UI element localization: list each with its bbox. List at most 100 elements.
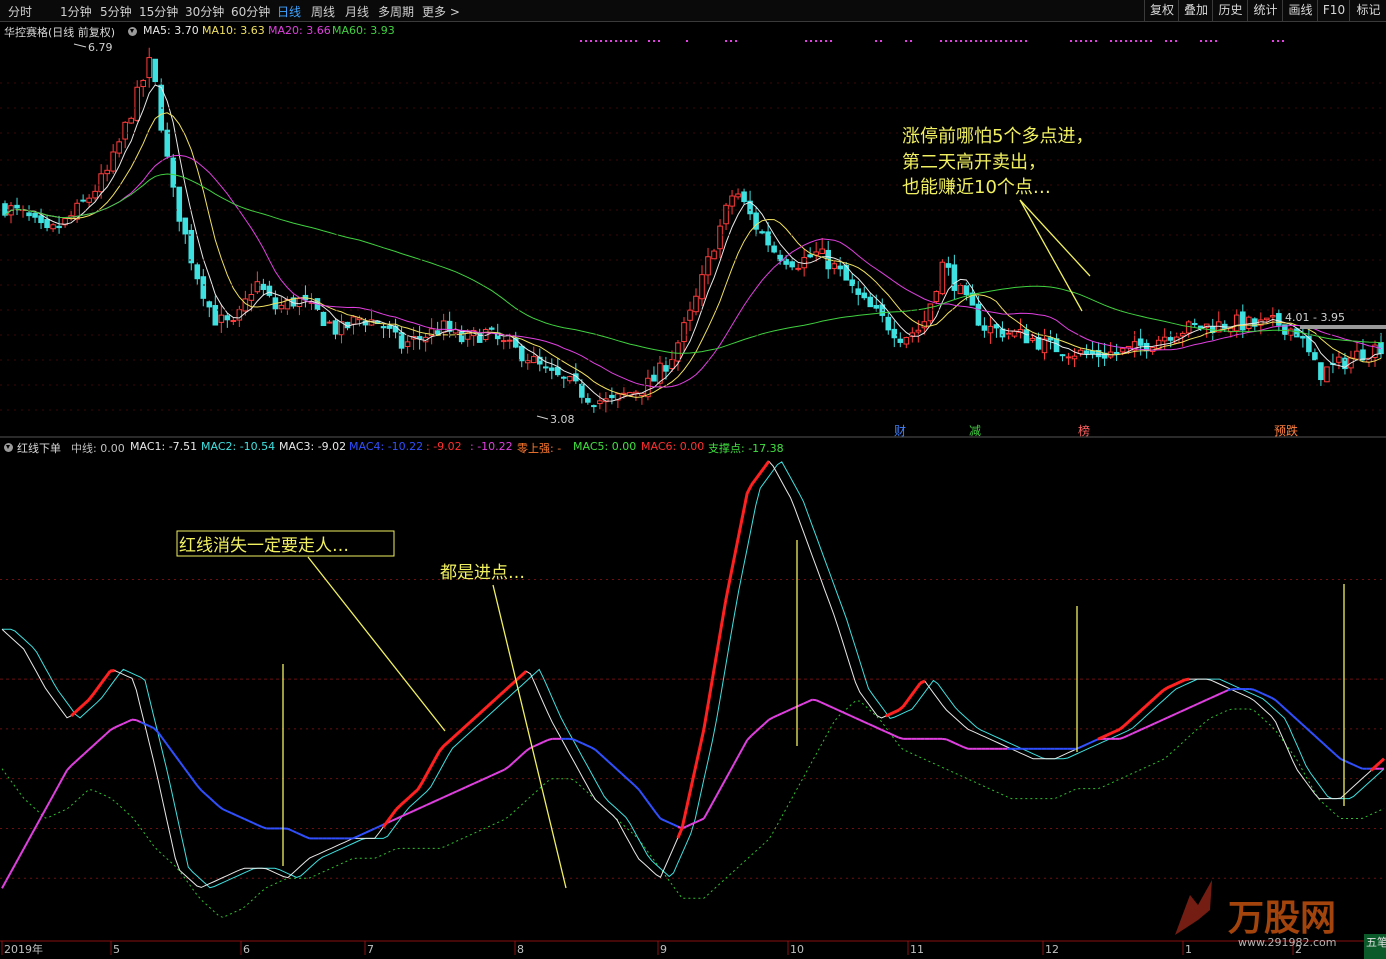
signal-dot xyxy=(955,40,957,42)
candle-body xyxy=(230,319,237,322)
tool-draw[interactable]: 画线 xyxy=(1282,0,1318,21)
period-multi[interactable]: 多周期 xyxy=(378,3,414,20)
tool-mark[interactable]: 标记 xyxy=(1349,0,1386,21)
dropdown-icon[interactable] xyxy=(128,27,137,36)
candle-body xyxy=(663,365,669,372)
candle-body xyxy=(1294,328,1300,338)
red-signal-segment xyxy=(685,788,693,809)
candle-body xyxy=(987,325,994,334)
mac4-segment xyxy=(946,738,952,743)
candle-body xyxy=(218,314,225,323)
x-axis-label: 12 xyxy=(1045,943,1059,956)
mac4-segment xyxy=(114,724,120,729)
red-signal-segment xyxy=(481,705,489,712)
candle-body xyxy=(1342,357,1348,370)
red-signal-segment xyxy=(1378,757,1386,764)
mac4-segment xyxy=(1357,765,1363,770)
red-signal-segment xyxy=(1140,705,1147,712)
mac4-segment xyxy=(508,761,514,768)
period-daily[interactable]: 日线 xyxy=(277,3,301,20)
tool-overlay[interactable]: 叠加 xyxy=(1178,0,1213,21)
red-signal-segment xyxy=(719,601,727,628)
badge-list: 榜 xyxy=(1078,423,1090,438)
red-signal-segment xyxy=(442,740,450,748)
indicator-dropdown-icon[interactable] xyxy=(4,443,13,452)
candle-body xyxy=(807,254,813,258)
period-weekly[interactable]: 周线 xyxy=(311,3,335,20)
period-1min[interactable]: 1分钟 xyxy=(60,3,92,20)
mac4-segment xyxy=(70,760,77,767)
candle-body xyxy=(1234,314,1240,332)
signal-dot xyxy=(1170,40,1172,42)
red-signal-segment xyxy=(1123,720,1130,727)
red-signal-segment xyxy=(110,668,115,673)
mac4-segment xyxy=(356,833,362,838)
mac4-segment xyxy=(443,794,449,799)
period-15min[interactable]: 15分钟 xyxy=(139,3,178,20)
mac4-segment xyxy=(231,812,237,817)
red-signal-segment xyxy=(1127,716,1134,724)
mac4-segment xyxy=(300,833,306,838)
mac4-segment xyxy=(456,788,462,793)
mac4-segment xyxy=(447,792,453,797)
tool-adjust[interactable]: 复权 xyxy=(1144,0,1179,21)
mac4-segment xyxy=(1127,732,1134,737)
tool-f10[interactable]: F10 xyxy=(1317,0,1350,21)
mac4-segment xyxy=(759,722,766,729)
mac4-segment xyxy=(482,776,488,781)
red-signal-segment xyxy=(1136,709,1143,716)
x-axis-label: 2 xyxy=(1295,943,1302,956)
tool-stats[interactable]: 统计 xyxy=(1247,0,1283,21)
period-30min[interactable]: 30分钟 xyxy=(185,3,224,20)
mac4-segment xyxy=(859,719,865,723)
signal-dot xyxy=(648,40,650,42)
period-5min[interactable]: 5分钟 xyxy=(100,3,132,20)
mac4-segment xyxy=(573,738,579,743)
mac4-segment xyxy=(1192,702,1199,707)
candle-body xyxy=(1173,336,1180,344)
candle-body xyxy=(1155,339,1162,350)
mac4-segment xyxy=(1249,688,1255,691)
mac4-segment xyxy=(248,820,254,824)
mac4-segment xyxy=(465,784,471,789)
period-intraday[interactable]: 分时 xyxy=(8,3,32,20)
mac4-segment xyxy=(803,700,809,705)
mac4-segment xyxy=(594,749,601,755)
mac4-segment xyxy=(9,864,16,873)
mac4-segment xyxy=(400,813,406,818)
period-60min[interactable]: 60分钟 xyxy=(231,3,270,20)
red-signal-segment xyxy=(1184,677,1190,682)
candle-body xyxy=(951,264,958,291)
entry-note: 都是进点… xyxy=(440,563,525,583)
red-signal-segment xyxy=(724,579,732,603)
period-monthly[interactable]: 月线 xyxy=(345,3,369,20)
candle-body xyxy=(380,326,387,329)
red-signal-segment xyxy=(745,484,753,494)
candle-body xyxy=(1240,311,1246,331)
mac4-segment xyxy=(1335,754,1342,760)
period-more[interactable]: 更多 > xyxy=(422,3,460,20)
mac4-segment xyxy=(842,711,848,715)
mac4-segment xyxy=(833,707,839,712)
candle-body xyxy=(278,304,285,310)
candle-body xyxy=(344,321,351,329)
low-price-label: 3.08 xyxy=(550,413,575,426)
tool-history[interactable]: 历史 xyxy=(1212,0,1248,21)
x-axis-label: 9 xyxy=(660,943,667,956)
mac4-segment xyxy=(599,753,605,759)
mac4-segment xyxy=(638,788,644,797)
mac4-segment xyxy=(950,740,956,745)
red-signal-segment xyxy=(447,736,454,744)
mac4-segment xyxy=(1318,738,1325,745)
legend-ma10: MA10: 3.63 xyxy=(202,24,265,37)
signal-dot xyxy=(880,40,882,42)
red-signal-segment xyxy=(706,678,714,705)
mac4-segment xyxy=(1214,693,1220,697)
red-signal-segment xyxy=(893,708,900,714)
signal-dot xyxy=(1080,40,1082,42)
candle-body xyxy=(176,186,183,222)
signal-dot xyxy=(875,40,877,42)
red-signal-segment xyxy=(732,536,740,559)
mac4-segment xyxy=(1076,746,1082,750)
mac4-segment xyxy=(768,716,774,721)
